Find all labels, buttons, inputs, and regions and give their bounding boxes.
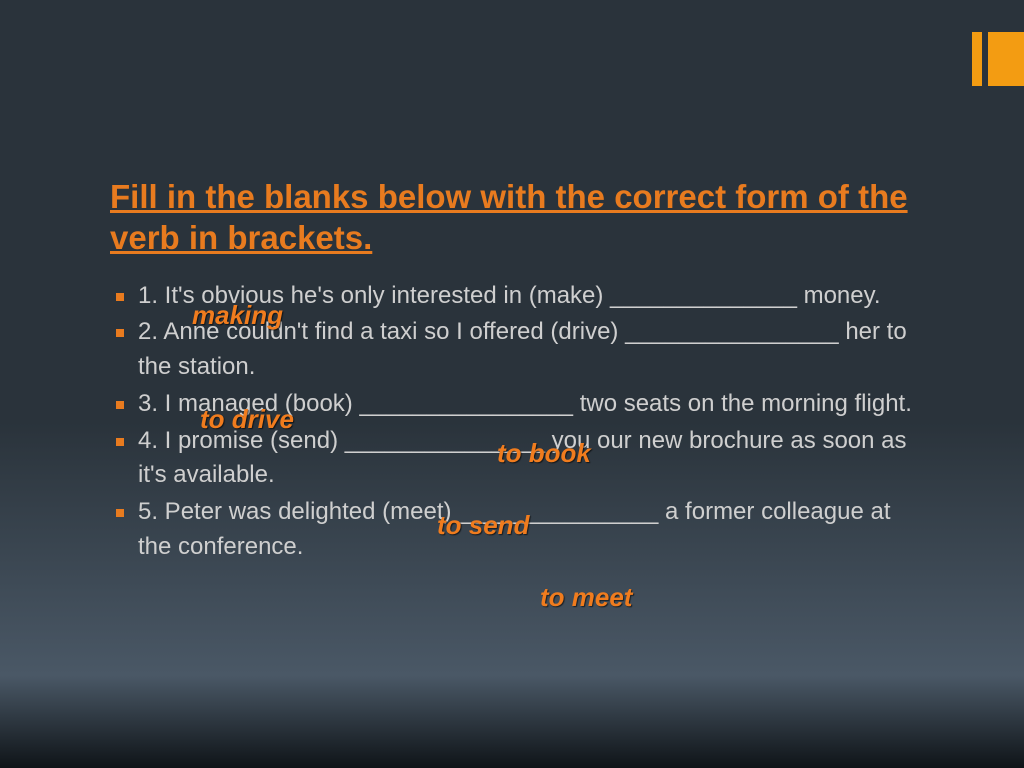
list-item: 2. Anne couldn't find a taxi so I offere…	[110, 315, 930, 385]
deco-bar-thin	[972, 32, 982, 86]
slide-title: Fill in the blanks below with the correc…	[110, 176, 930, 259]
list-item: 1. It's obvious he's only interested in …	[110, 279, 930, 314]
list-item: 3. I managed (book) ________________ two…	[110, 387, 930, 422]
exercise-list: 1. It's obvious he's only interested in …	[110, 279, 930, 565]
deco-bar-thick	[988, 32, 1024, 86]
list-item: 4. I promise (send) _______________ you …	[110, 424, 930, 494]
answer-overlay: to meet	[540, 582, 632, 613]
corner-decoration	[972, 32, 1024, 86]
list-item: 5. Peter was delighted (meet) __________…	[110, 495, 930, 565]
slide-content: Fill in the blanks below with the correc…	[110, 176, 930, 567]
